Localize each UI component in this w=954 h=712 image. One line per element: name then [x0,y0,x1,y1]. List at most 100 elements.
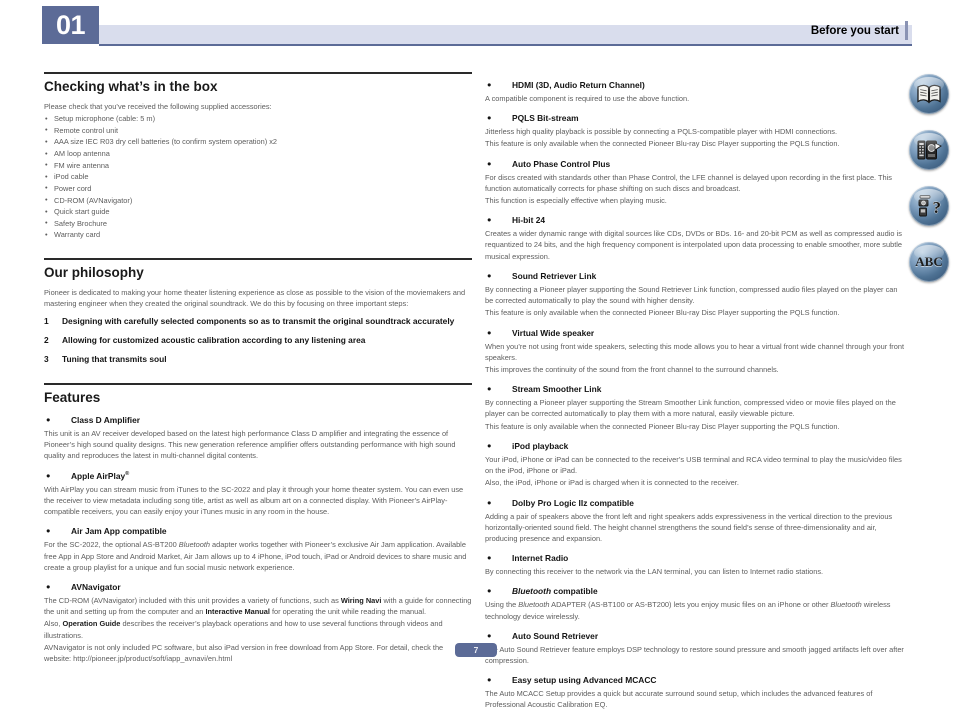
feature-body: For the SC-2022, the optional AS-BT200 B… [44,540,467,572]
feature-body: This feature is only available when the … [485,139,840,149]
manual-book-icon[interactable] [909,74,949,114]
philosophy-step: 1 Designing with carefully selected compo… [44,316,472,328]
feature-body: The CD-ROM (AVNavigator) included with t… [44,595,472,617]
list-item: Quick start guide [44,206,472,218]
feature-title: Sound Retriever Link [485,271,907,282]
box-section-intro: Please check that you’ve received the fo… [44,101,272,111]
philosophy-step: 2 Allowing for customized acoustic calibr… [44,335,472,347]
feature-title: Stream Smoother Link [485,384,907,395]
feature-entry: Auto Phase Control Plus For discs created… [485,159,907,207]
feature-body: With AirPlay you can stream music from i… [44,484,464,517]
philosophy-step-text: Allowing for customized acoustic calibra… [62,335,366,346]
list-item: AAA size IEC R03 dry cell batteries (to … [44,136,472,148]
feature-body: This feature is only available when the … [485,421,840,431]
philosophy-steps-list: 1 Designing with carefully selected compo… [44,316,472,366]
feature-body: This function is especially effective wh… [485,196,667,206]
philosophy-intro: Pioneer is dedicated to making your home… [44,287,466,309]
header-bar: Before you start [99,21,912,46]
feature-entry: Bluetooth compatible Using the Bluetooth … [485,586,907,621]
feature-entry: Internet Radio By connecting this receive… [485,553,907,577]
feature-entry: Easy setup using Advanced MCACC The Auto … [485,675,907,710]
feature-title: Class D Amplifier [44,415,472,426]
feature-entry: Apple AirPlay® With AirPlay you can strea… [44,471,472,518]
feature-body: Also, Operation Guide describes the rece… [44,619,443,640]
feature-body: A compatible component is required to us… [485,93,690,103]
feature-title: Apple AirPlay® [44,471,472,482]
feature-title: Air Jam App compatible [44,526,472,537]
list-item: AM loop antenna [44,148,472,160]
feature-body: The Auto Sound Retriever feature employs… [485,644,904,666]
feature-body: This feature is only available when the … [485,308,840,318]
page-header: 01 Before you start [0,0,954,58]
feature-entry: Virtual Wide speaker When you’re not usin… [485,328,907,376]
feature-entry: iPod playback Your iPod, iPhone or iPad c… [485,441,907,489]
icon-rail: ? ABC [909,74,951,298]
feature-title: Auto Phase Control Plus [485,159,907,170]
feature-entry: HDMI (3D, Audio Return Channel) A compati… [485,80,907,104]
feature-title: Internet Radio [485,553,907,564]
philosophy-step-text: Designing with carefully selected compon… [62,316,455,327]
feature-title: Auto Sound Retriever [485,631,907,642]
feature-entry: Stream Smoother Link By connecting a Pion… [485,384,907,432]
feature-title: iPod playback [485,441,907,452]
feature-title: Easy setup using Advanced MCACC [485,675,907,686]
feature-title: HDMI (3D, Audio Return Channel) [485,80,907,91]
feature-body: This unit is an AV receiver developed ba… [44,428,456,461]
feature-title: AVNavigator [44,582,472,593]
right-column: HDMI (3D, Audio Return Channel) A compati… [485,72,907,712]
philosophy-step-text: Tuning that transmits soul [62,354,167,365]
feature-body: This improves the continuity of the soun… [485,365,779,375]
philosophy-step-number: 1 [44,316,49,327]
feature-body: Adding a pair of speakers above the fron… [485,511,893,544]
list-item: iPod cable [44,171,472,183]
feature-body: For discs created with standards other t… [485,172,892,193]
feature-body: AVNavigator is not only included PC soft… [44,642,444,664]
right-features-list: HDMI (3D, Audio Return Channel) A compati… [485,80,907,711]
glossary-abc-icon[interactable]: ABC [909,242,949,282]
faq-question-icon[interactable]: ? [909,186,949,226]
feature-entry: Dolby Pro Logic IIz compatible Adding a p… [485,498,907,545]
box-contents-list: Setup microphone (cable: 5 m)Remote cont… [44,113,472,241]
feature-entry: Sound Retriever Link By connecting a Pion… [485,271,907,319]
feature-entry: Auto Sound Retriever The Auto Sound Retri… [485,631,907,666]
left-features-list: Class D Amplifier This unit is an AV rece… [44,415,472,664]
section-heading-checking-box: Checking what’s in the box [44,72,472,96]
feature-body: By connecting a Pioneer player supportin… [485,398,896,419]
list-item: FM wire antenna [44,159,472,172]
page-number-badge: 7 [455,643,497,657]
feature-title: Hi-bit 24 [485,215,907,226]
list-item: Remote control unit [44,124,472,137]
list-item: Warranty card [44,229,472,241]
feature-body: Jitterless high quality playback is poss… [485,127,838,137]
feature-body: Your iPod, iPhone or iPad can be connect… [485,454,902,476]
philosophy-step-number: 3 [44,354,49,365]
feature-body: The Auto MCACC Setup provides a quick bu… [485,689,873,710]
feature-entry: Hi-bit 24 Creates a wider dynamic range w… [485,215,907,262]
svg-text:?: ? [933,198,942,217]
left-column: Checking what’s in the box Please check … [44,72,472,665]
list-item: Safety Brochure [44,217,472,230]
feature-entry: Air Jam App compatible For the SC-2022, t… [44,526,472,573]
feature-entry: Class D Amplifier This unit is an AV rece… [44,415,472,462]
feature-body: By connecting a Pioneer player supportin… [485,284,898,306]
feature-body: When you’re not using front wide speaker… [485,341,905,362]
device-operation-icon[interactable] [909,130,949,170]
feature-body: Creates a wider dynamic range with digit… [485,229,903,261]
abc-glyph: ABC [915,254,943,269]
page-title: Before you start [803,21,908,40]
feature-entry: PQLS Bit-stream Jitterless high quality p… [485,113,907,149]
section-heading-our-philosophy: Our philosophy [44,258,472,282]
feature-entry: AVNavigator The CD-ROM (AVNavigator) incl… [44,582,472,664]
feature-title: Bluetooth compatible [485,586,907,597]
list-item: CD-ROM (AVNavigator) [44,194,472,207]
feature-title: Dolby Pro Logic IIz compatible [485,498,907,509]
feature-body: Using the Bluetooth ADAPTER (AS-BT100 or… [485,600,891,621]
feature-title: PQLS Bit-stream [485,113,907,124]
list-item: Power cord [44,182,472,195]
feature-body: Also, the iPod, iPhone or iPad is charge… [485,478,739,488]
feature-title: Virtual Wide speaker [485,328,907,339]
philosophy-step: 3 Tuning that transmits soul [44,354,472,366]
philosophy-step-number: 2 [44,335,49,346]
list-item: Setup microphone (cable: 5 m) [44,113,472,125]
feature-body: By connecting this receiver to the netwo… [485,567,824,577]
